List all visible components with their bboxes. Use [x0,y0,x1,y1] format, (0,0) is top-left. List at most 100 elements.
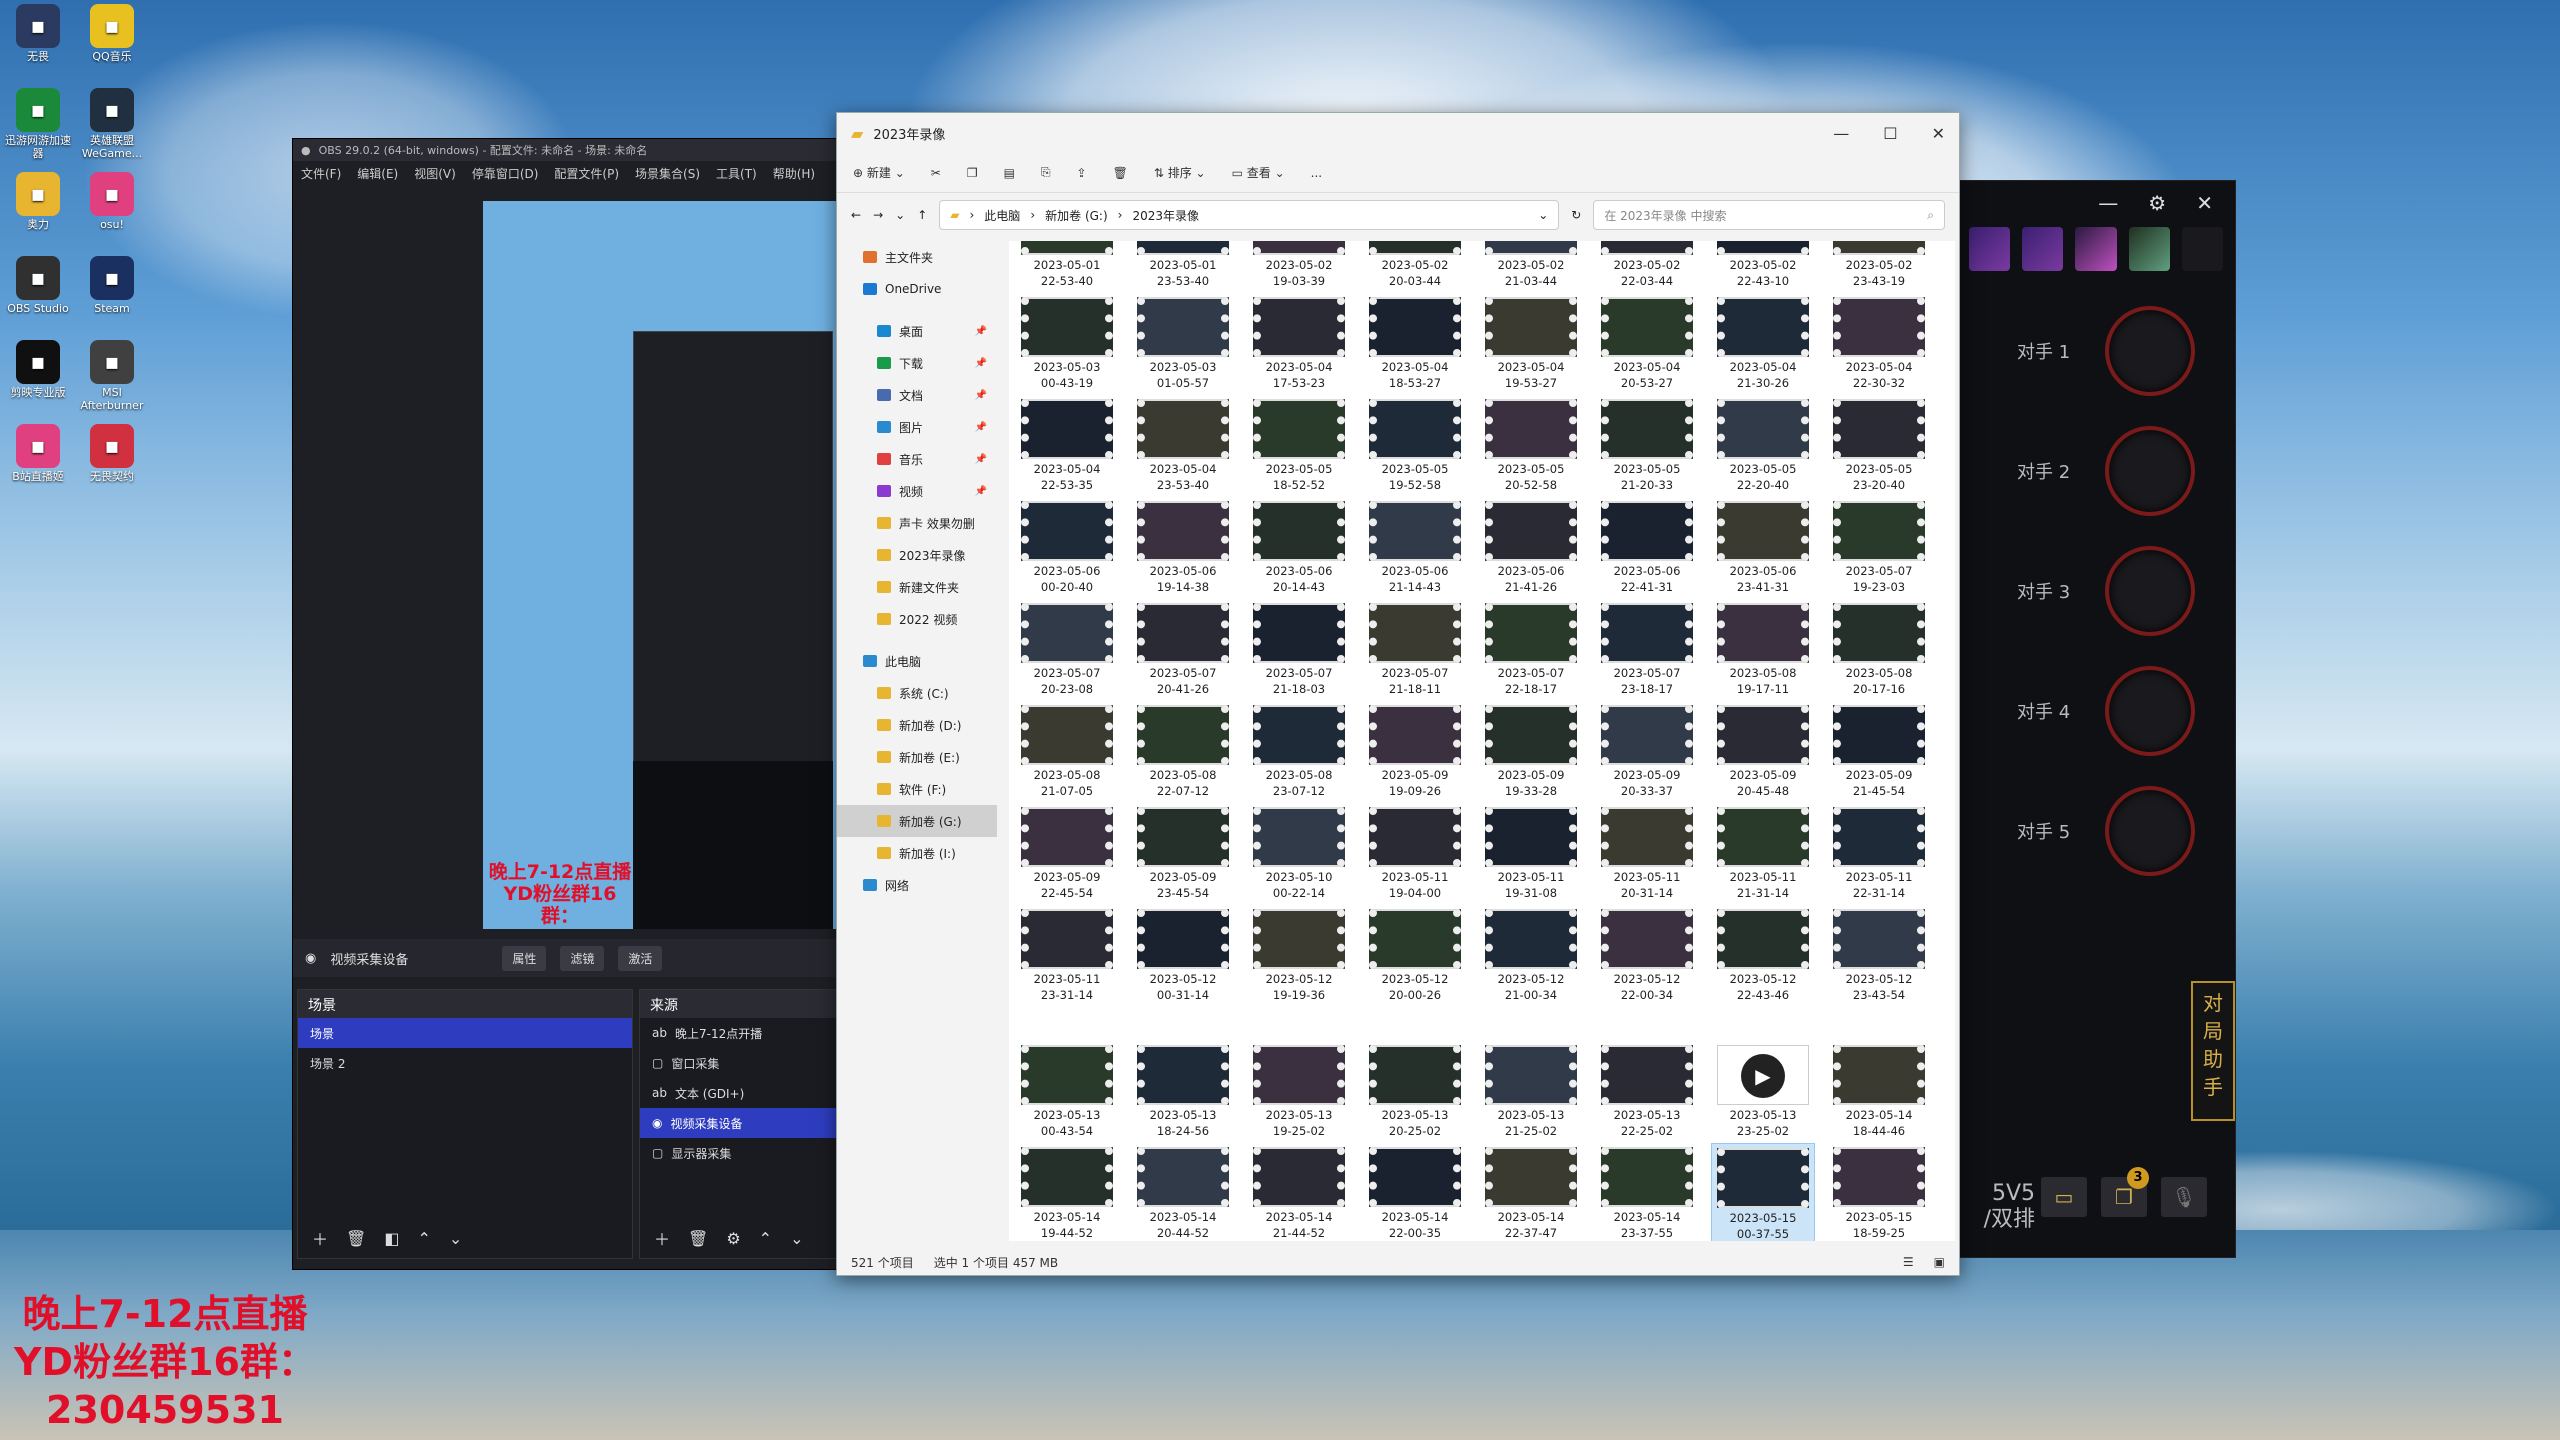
source-item[interactable]: ▢ 窗口采集 [640,1048,838,1078]
file-thumbnail[interactable]: 2023-05-11 23-31-14 [1015,905,1119,1003]
desktop-icon[interactable]: ▪ 无畏 [0,4,76,63]
desktop-icon[interactable]: ▪ B站直播姬 [0,424,76,483]
explorer-titlebar[interactable]: ▰ 2023年录像 — ☐ ✕ [837,113,1959,153]
champion-portrait[interactable] [2075,227,2117,271]
notification-icon[interactable]: ❐ 3 [2101,1167,2149,1217]
opponent-slot[interactable]: 对手 1 [1957,291,2235,411]
source-item[interactable]: ◉ 视频采集设备 [640,1108,838,1138]
file-thumbnail[interactable]: 2023-05-01 23-53-40 [1131,241,1235,289]
gear-icon[interactable]: ⚙ [726,1229,740,1248]
file-thumbnail[interactable]: 2023-05-04 18-53-27 [1363,293,1467,391]
file-thumbnail[interactable]: 2023-05-09 23-45-54 [1131,803,1235,901]
back-icon[interactable]: ← [851,208,861,222]
file-thumbnail[interactable]: 2023-05-02 22-03-44 [1595,241,1699,289]
refresh-icon[interactable]: ↻ [1571,208,1581,222]
breadcrumb-item[interactable]: 2023年录像 [1132,207,1199,224]
file-thumbnail[interactable]: 2023-05-02 23-43-19 [1827,241,1931,289]
file-thumbnail[interactable]: 2023-05-05 22-20-40 [1711,395,1815,493]
file-thumbnail[interactable]: 2023-05-14 23-37-55 [1595,1143,1699,1241]
chat-icon[interactable]: ▭ [2041,1177,2087,1217]
chevron-up-icon[interactable]: ⌃ [759,1229,772,1248]
file-thumbnail[interactable]: 2023-05-06 00-20-40 [1015,497,1119,595]
file-thumbnail[interactable]: 2023-05-13 20-25-02 [1363,1041,1467,1139]
chevron-up-icon[interactable]: ⌃ [417,1229,430,1248]
file-thumbnail[interactable]: 2023-05-10 00-22-14 [1247,803,1351,901]
cut-icon[interactable]: ✂ [931,166,941,180]
nav-item[interactable]: 图片 📌 [837,411,997,443]
desktop-icon[interactable]: ▪ 迅游网游加速器 [0,88,76,160]
file-thumbnail[interactable]: 2023-05-07 20-41-26 [1131,599,1235,697]
champion-portrait[interactable] [2022,227,2064,271]
view-button[interactable]: ▭ 查看 ⌄ [1232,164,1285,181]
paste-icon[interactable]: ▤ [1004,166,1015,180]
file-thumbnail[interactable]: 2023-05-07 21-18-11 [1363,599,1467,697]
nav-item[interactable]: 音乐 📌 [837,443,997,475]
obs-menu-item[interactable]: 帮助(H) [773,165,815,181]
nav-item[interactable]: 声卡 效果勿删 [837,507,997,539]
file-thumbnail[interactable]: 2023-05-03 00-43-19 [1015,293,1119,391]
desktop-icon[interactable]: ▪ 无畏契约 [74,424,150,483]
file-thumbnail[interactable]: 2023-05-06 22-41-31 [1595,497,1699,595]
file-thumbnail[interactable]: 2023-05-04 23-53-40 [1131,395,1235,493]
desktop-icon[interactable]: ▪ 奥力 [0,172,76,231]
thumbnail-view-icon[interactable]: ▣ [1934,1255,1945,1269]
nav-item[interactable]: 系统 (C:) [837,677,997,709]
file-thumbnail[interactable]: 2023-05-11 21-31-14 [1711,803,1815,901]
file-thumbnail[interactable]: 2023-05-14 19-44-52 [1015,1143,1119,1241]
match-assistant-tab[interactable]: 对 局 助 手 [2191,981,2235,1121]
file-thumbnail[interactable]: 2023-05-13 21-25-02 [1479,1041,1583,1139]
champion-portrait[interactable] [2128,227,2170,271]
properties-button[interactable]: 属性 [502,945,547,971]
opponent-slot[interactable]: 对手 5 [1957,771,2235,891]
file-thumbnail[interactable]: 2023-05-15 00-37-55 [1711,1143,1815,1241]
file-thumbnail[interactable]: 2023-05-12 22-00-34 [1595,905,1699,1003]
file-thumbnail[interactable]: 2023-05-05 20-52-58 [1479,395,1583,493]
obs-menu-item[interactable]: 文件(F) [301,165,341,181]
gear-icon[interactable]: ⚙ [2148,191,2166,215]
file-thumbnail[interactable]: 2023-05-07 20-23-08 [1015,599,1119,697]
file-thumbnail[interactable]: 2023-05-12 19-19-36 [1247,905,1351,1003]
file-thumbnail[interactable]: 2023-05-06 21-41-26 [1479,497,1583,595]
file-thumbnail[interactable]: 2023-05-08 19-17-11 [1711,599,1815,697]
file-thumbnail[interactable]: 2023-05-06 19-14-38 [1131,497,1235,595]
nav-item[interactable]: 视频 📌 [837,475,997,507]
file-thumbnail[interactable]: 2023-05-12 20-00-26 [1363,905,1467,1003]
chevron-down-icon[interactable]: ⌄ [449,1229,462,1248]
nav-item[interactable]: 此电脑 [837,645,997,677]
file-thumbnail[interactable]: 2023-05-14 22-37-47 [1479,1143,1583,1241]
file-thumbnail[interactable]: 2023-05-14 18-44-46 [1827,1041,1931,1139]
file-thumbnail[interactable]: 2023-05-07 22-18-17 [1479,599,1583,697]
file-thumbnail[interactable]: 2023-05-12 00-31-14 [1131,905,1235,1003]
file-thumbnail[interactable]: 2023-05-09 20-33-37 [1595,701,1699,799]
file-thumbnail[interactable]: 2023-05-13 22-25-02 [1595,1041,1699,1139]
desktop-icon[interactable]: ▪ 英雄联盟WeGame... [74,88,150,160]
new-button[interactable]: ⊕ 新建 ⌄ [853,164,905,181]
close-icon[interactable]: ✕ [1932,124,1945,143]
sort-button[interactable]: ⇅ 排序 ⌄ [1154,164,1206,181]
champion-portrait[interactable] [1969,227,2011,271]
file-thumbnail[interactable]: 2023-05-07 19-23-03 [1827,497,1931,595]
add-icon[interactable]: ＋ [654,1226,670,1250]
source-item[interactable]: ▢ 显示器采集 [640,1138,838,1168]
rename-icon[interactable]: ⎘ [1041,165,1051,180]
minimize-icon[interactable]: — [1833,124,1849,143]
file-thumbnail[interactable]: 2023-05-13 18-24-56 [1131,1041,1235,1139]
copy-icon[interactable]: ❐ [967,166,978,180]
obs-menu-item[interactable]: 工具(T) [716,165,757,181]
champion-portrait[interactable] [2181,227,2224,271]
share-icon[interactable]: ⇪ [1077,166,1087,180]
nav-item[interactable]: 网络 [837,869,997,901]
file-thumbnail[interactable]: 2023-05-08 21-07-05 [1015,701,1119,799]
file-thumbnail[interactable]: 2023-05-06 23-41-31 [1711,497,1815,595]
file-explorer-window[interactable]: ▰ 2023年录像 — ☐ ✕ ⊕ 新建 ⌄ ✂ ❐ ▤ ⎘ ⇪ 🗑 ⇅ 排序 … [836,112,1960,1276]
nav-item[interactable]: 新建文件夹 [837,571,997,603]
activate-button[interactable]: 激活 [618,945,663,971]
nav-item[interactable]: 新加卷 (G:) [837,805,997,837]
scene-item[interactable]: 场景 2 [298,1048,632,1078]
file-thumbnail[interactable]: 2023-05-14 22-00-35 [1363,1143,1467,1241]
delete-icon[interactable]: 🗑 [1113,166,1128,180]
file-thumbnail[interactable]: 2023-05-05 23-20-40 [1827,395,1931,493]
file-thumbnail[interactable]: 2023-05-08 22-07-12 [1131,701,1235,799]
opponent-slot[interactable]: 对手 2 [1957,411,2235,531]
nav-item[interactable]: 软件 (F:) [837,773,997,805]
